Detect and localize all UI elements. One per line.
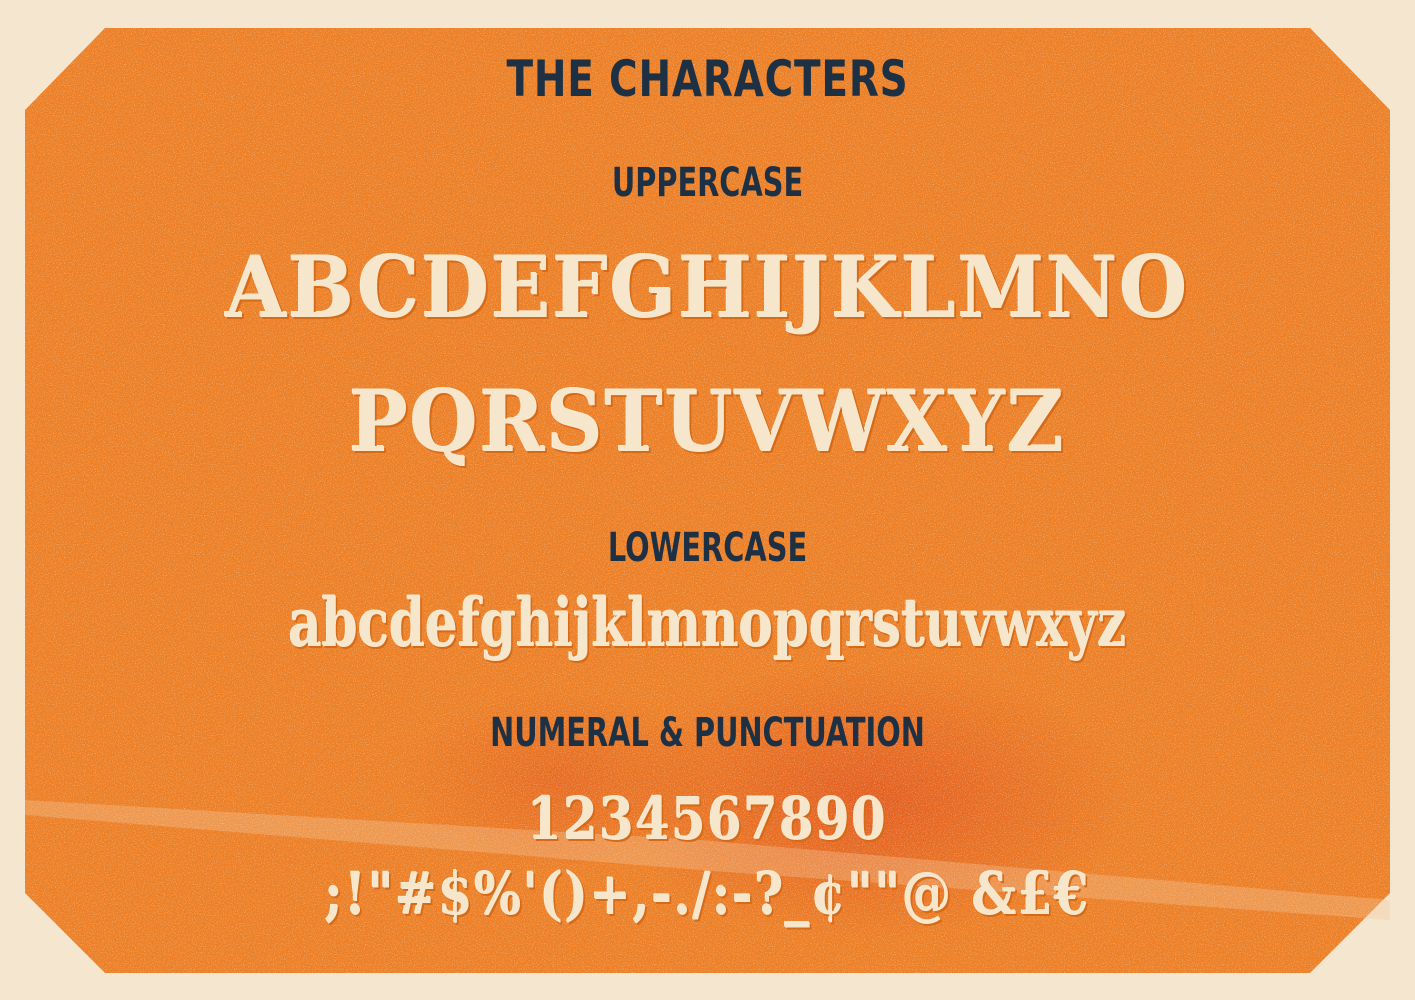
- punctuation-row: ;!"#$%'()+,-./:-?_¢""@ &£€: [324, 860, 1091, 928]
- numeral-heading: NUMERAL & PUNCTUATION: [490, 710, 925, 756]
- uppercase-row-2: PQRSTUVWXYZ: [349, 372, 1066, 471]
- lowercase-heading: LOWERCASE: [607, 525, 808, 571]
- page-title: THE CHARACTERS: [506, 50, 909, 108]
- lowercase-row: abcdefghijklmnopqrstuvwxyz: [288, 584, 1127, 662]
- uppercase-heading: UPPERCASE: [611, 160, 804, 206]
- uppercase-row-1: ABCDEFGHIJKLMNO: [225, 238, 1190, 337]
- content-area: THE CHARACTERS UPPERCASE ABCDEFGHIJKLMNO…: [0, 0, 1415, 1000]
- numerals-row: 1234567890: [527, 785, 888, 853]
